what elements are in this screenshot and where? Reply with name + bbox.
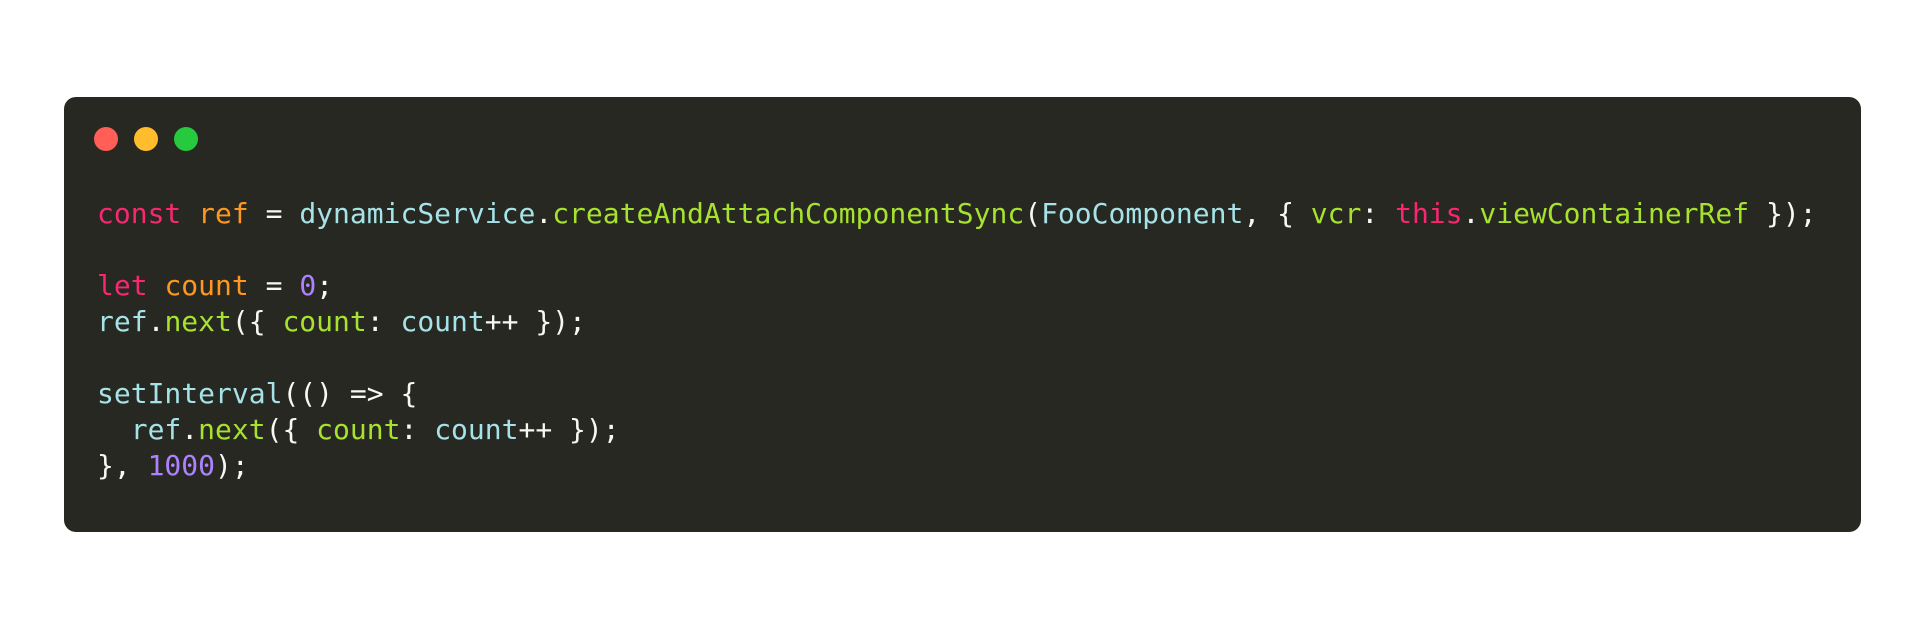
code-token: 0: [299, 269, 317, 302]
code-token: (() => {: [282, 377, 418, 410]
code-token: viewContainerRef: [1479, 197, 1750, 230]
minimize-dot-icon[interactable]: [134, 127, 158, 151]
code-token: dynamicService: [299, 197, 536, 230]
code-token: },: [97, 449, 148, 482]
code-token: .: [147, 305, 165, 338]
code-token: ({: [231, 305, 283, 338]
code-token: 1000: [147, 449, 216, 482]
code-line: ref.next({ count: count++ });: [97, 412, 1817, 448]
maximize-dot-icon[interactable]: [174, 127, 198, 151]
code-token: ref: [198, 197, 249, 230]
code-token: next: [198, 413, 266, 446]
code-token: this: [1395, 197, 1463, 230]
code-token: :: [400, 413, 435, 446]
code-token: .: [535, 197, 553, 230]
code-token: count: [434, 413, 519, 446]
code-token: );: [215, 449, 249, 482]
code-token: count: [400, 305, 485, 338]
code-block: const ref = dynamicService.createAndAtta…: [97, 196, 1817, 484]
code-window: const ref = dynamicService.createAndAtta…: [64, 97, 1861, 532]
code-token: (: [1024, 197, 1042, 230]
code-line: let count = 0;: [97, 268, 1817, 304]
code-token: .: [181, 413, 199, 446]
code-token: :: [366, 305, 401, 338]
code-token: setInterval: [97, 377, 283, 410]
code-token: ++ });: [484, 305, 586, 338]
code-token: :: [1361, 197, 1396, 230]
code-token: ({: [265, 413, 317, 446]
code-token: ref: [97, 305, 148, 338]
code-token: const: [97, 197, 182, 230]
code-token: =: [248, 269, 300, 302]
code-token: let: [97, 269, 148, 302]
window-controls: [94, 127, 198, 151]
code-token: });: [1749, 197, 1817, 230]
code-line: const ref = dynamicService.createAndAtta…: [97, 196, 1817, 232]
code-token: =: [248, 197, 300, 230]
code-token: ++ });: [518, 413, 620, 446]
code-token: vcr: [1310, 197, 1362, 230]
code-token: count: [164, 269, 249, 302]
code-token: FooComponent: [1041, 197, 1244, 230]
code-token: count: [316, 413, 401, 446]
code-token: ref: [130, 413, 182, 446]
code-token: count: [282, 305, 367, 338]
code-line: ref.next({ count: count++ });: [97, 304, 1817, 340]
code-token: ;: [316, 269, 334, 302]
close-dot-icon[interactable]: [94, 127, 118, 151]
code-token: createAndAttachComponentSync: [552, 197, 1025, 230]
code-token: .: [1462, 197, 1480, 230]
code-line: }, 1000);: [97, 448, 1817, 484]
code-token: , {: [1243, 197, 1311, 230]
code-token: next: [164, 305, 232, 338]
code-line: setInterval(() => {: [97, 376, 1817, 412]
